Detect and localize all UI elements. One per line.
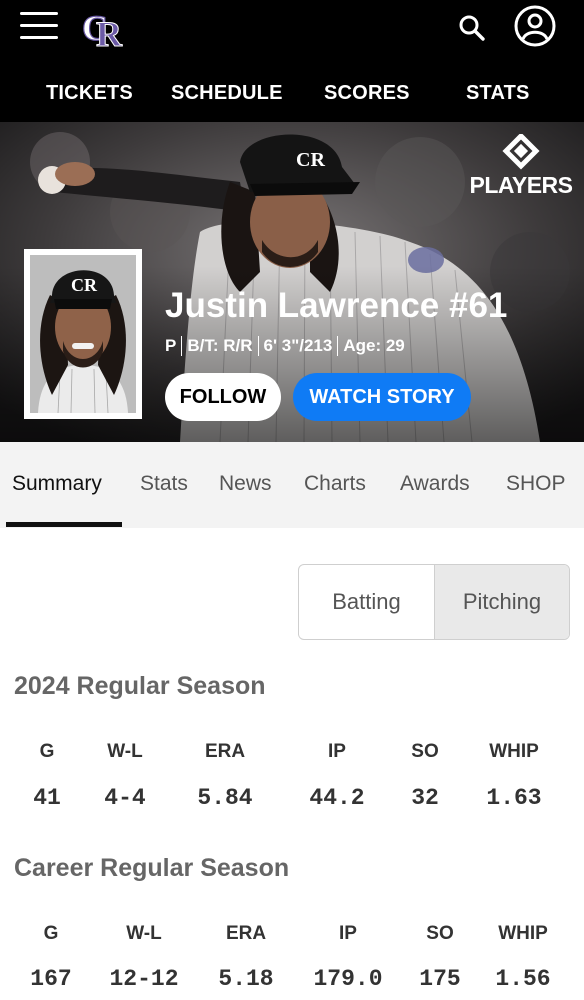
svg-text:CR: CR <box>71 275 98 295</box>
nav-schedule[interactable]: SCHEDULE <box>171 82 283 105</box>
batting-pitching-toggle: Batting Pitching <box>298 564 570 640</box>
stat-value: 179.0 <box>313 966 383 992</box>
stat-value: 5.18 <box>218 966 274 992</box>
stat-header: SO <box>426 923 454 944</box>
stat-value: 4-4 <box>104 785 146 811</box>
nav-tickets[interactable]: TICKETS <box>46 82 133 105</box>
player-bio-line: P B/T: R/R 6' 3"/213 Age: 29 <box>165 336 405 356</box>
stat-value: 12-12 <box>109 966 179 992</box>
stat-header: WHIP <box>498 923 548 944</box>
player-height-weight: 6' 3"/213 <box>263 336 333 355</box>
player-hero: CR PLAYERS CR J <box>0 122 584 442</box>
stat-header: IP <box>328 741 346 762</box>
batting-toggle-button[interactable]: Batting <box>299 565 434 639</box>
stat-header: SO <box>411 741 439 762</box>
stat-header: IP <box>339 923 357 944</box>
players-logo-text: PLAYERS <box>469 172 573 198</box>
player-age: Age: 29 <box>343 336 405 355</box>
main-nav: TICKETS SCHEDULE SCORES STATS <box>0 66 584 122</box>
tab-summary[interactable]: Summary <box>12 472 102 496</box>
stat-value: 1.63 <box>486 785 542 811</box>
player-tabs: Summary Stats News Charts Awards SHOP <box>0 442 584 528</box>
bio-divider <box>337 336 339 356</box>
stat-header: ERA <box>204 741 246 762</box>
top-bar: C R <box>0 0 584 66</box>
user-account-icon[interactable] <box>514 5 556 47</box>
stat-header: W-L <box>126 923 162 944</box>
colorado-rockies-logo-icon: C R <box>81 7 123 54</box>
stat-value: 41 <box>33 785 61 811</box>
mlb-players-logo: PLAYERS <box>466 134 576 198</box>
watch-story-button[interactable]: WATCH STORY <box>293 373 471 421</box>
stat-header: G <box>39 741 55 762</box>
nav-scores[interactable]: SCORES <box>324 82 410 105</box>
tab-shop[interactable]: SHOP <box>506 472 566 496</box>
search-icon[interactable] <box>456 12 488 44</box>
player-position: P <box>165 336 177 355</box>
bio-divider <box>181 336 183 356</box>
stat-header: ERA <box>225 923 267 944</box>
tab-news[interactable]: News <box>219 472 272 496</box>
player-headshot: CR <box>24 249 142 419</box>
tab-charts[interactable]: Charts <box>304 472 366 496</box>
nav-stats[interactable]: STATS <box>466 82 530 105</box>
players-diamond-icon <box>502 134 540 170</box>
season-stats-title: 2024 Regular Season <box>14 672 266 700</box>
bio-divider <box>257 336 259 356</box>
stat-value: 175 <box>419 966 461 992</box>
tab-awards[interactable]: Awards <box>400 472 470 496</box>
stat-value: 167 <box>30 966 72 992</box>
stat-value: 1.56 <box>495 966 551 992</box>
active-tab-indicator <box>6 522 122 527</box>
player-bats-throws: B/T: R/R <box>187 336 253 355</box>
follow-button[interactable]: FOLLOW <box>165 373 281 421</box>
stat-value: 5.84 <box>197 785 253 811</box>
stat-value: 44.2 <box>309 785 365 811</box>
player-headshot-image: CR <box>30 255 136 413</box>
tab-stats[interactable]: Stats <box>140 472 188 496</box>
pitching-toggle-button[interactable]: Pitching <box>434 565 569 639</box>
stat-header: WHIP <box>489 741 539 762</box>
stat-value: 32 <box>411 785 439 811</box>
stat-header: G <box>43 923 59 944</box>
career-stats-title: Career Regular Season <box>14 854 290 882</box>
svg-text:R: R <box>96 14 123 50</box>
player-name: Justin Lawrence #61 <box>165 286 508 325</box>
team-logo[interactable]: C R <box>80 0 128 54</box>
hamburger-menu-icon[interactable] <box>20 12 58 42</box>
stat-header: W-L <box>107 741 143 762</box>
